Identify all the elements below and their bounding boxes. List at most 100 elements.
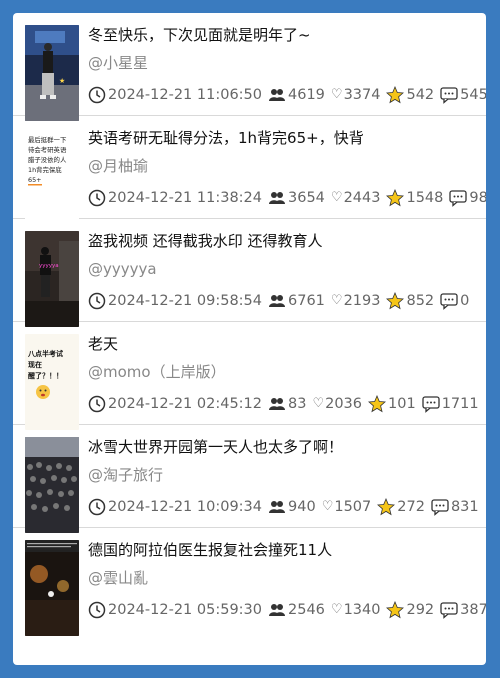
view-count: 3654: [288, 190, 325, 206]
post-title[interactable]: 英语考研无耻得分法，1h背完65+，快背: [88, 128, 364, 148]
like-count: 1507: [334, 499, 372, 515]
view-count: 2546: [288, 602, 325, 618]
comment-icon: [422, 395, 440, 413]
view-count: 940: [288, 499, 316, 515]
favorite-count: 852: [406, 293, 435, 309]
post-time: 2024-12-21 09:58:54: [108, 293, 262, 309]
post-time: 2024-12-21 11:06:50: [108, 87, 262, 103]
favorite-count: 101: [388, 396, 416, 412]
star-icon: [386, 189, 405, 207]
views-icon: [268, 292, 286, 310]
post-stats: 2024-12-21 09:58:54 6761 ♡ 2193 852 0: [88, 291, 469, 311]
post-card[interactable]: ★ 冬至快乐，下次见面就是明年了~ @小星星 2024-12-21 11:06:…: [13, 13, 486, 121]
comment-count: 1711: [441, 396, 479, 412]
views-icon: [268, 395, 286, 413]
comment-count: 831: [450, 499, 479, 515]
view-count: 6761: [288, 293, 325, 309]
post-card[interactable]: 八点半考试 现在 醒了？！！ 老天 @momo（上岸版） 2024-12-21 …: [13, 322, 486, 430]
views-icon: [268, 86, 286, 104]
favorite-count: 542: [406, 87, 435, 103]
post-stats: 2024-12-21 11:38:24 3654 ♡ 2443 1548 98: [88, 188, 486, 208]
clock-icon: [88, 395, 106, 413]
comment-icon: [440, 292, 458, 310]
star-icon: [386, 292, 405, 310]
post-title[interactable]: 冬至快乐，下次见面就是明年了~: [88, 25, 311, 45]
post-author[interactable]: @momo（上岸版）: [88, 362, 226, 382]
post-title[interactable]: 德国的阿拉伯医生报复社会撞死11人: [88, 540, 332, 560]
like-count: 2443: [343, 190, 381, 206]
post-list: ★ 冬至快乐，下次见面就是明年了~ @小星星 2024-12-21 11:06:…: [13, 13, 486, 665]
post-author[interactable]: @月柚瑜: [88, 156, 148, 176]
heart-icon: ♡: [321, 499, 334, 514]
clock-icon: [88, 601, 106, 619]
comment-icon: [440, 601, 458, 619]
thumb-text: 八点半考试: [27, 349, 63, 358]
thumb-text: 腊子没依的人: [28, 155, 67, 164]
post-title[interactable]: 老天: [88, 334, 118, 354]
heart-icon: ♡: [330, 87, 343, 102]
heart-icon: ♡: [330, 602, 343, 617]
post-author[interactable]: @雲山亂: [88, 568, 148, 588]
star-icon: [368, 395, 386, 413]
post-card[interactable]: 最后挺群一下 待会考研英语 腊子没依的人 1h背完保底 65+ 英语考研无耻得分…: [13, 116, 486, 224]
post-thumbnail[interactable]: ★: [25, 25, 79, 121]
view-count: 83: [288, 396, 307, 412]
views-icon: [268, 498, 286, 516]
post-thumbnail[interactable]: 八点半考试 现在 醒了？！！: [25, 334, 79, 430]
post-card[interactable]: 德国的阿拉伯医生报复社会撞死11人 @雲山亂 2024-12-21 05:59:…: [13, 528, 486, 636]
post-card[interactable]: 冰雪大世界开园第一天人也太多了啊！ @淘子旅行 2024-12-21 10:09…: [13, 425, 486, 533]
star-icon: [386, 86, 405, 104]
thumb-text: 醒了？！！: [28, 371, 63, 380]
star-icon: [386, 601, 405, 619]
view-count: 4619: [288, 87, 325, 103]
post-stats: 2024-12-21 02:45:12 83 ♡ 2036 101 1711: [88, 394, 479, 414]
thumb-text: 65+: [28, 176, 42, 184]
comment-icon: [431, 498, 449, 516]
comment-icon: [440, 86, 458, 104]
clock-icon: [88, 86, 106, 104]
like-count: 2193: [343, 293, 381, 309]
thumb-text: 待会考研英语: [28, 145, 67, 154]
favorite-count: 1548: [406, 190, 444, 206]
svg-text:★: ★: [59, 77, 65, 85]
views-icon: [268, 189, 286, 207]
comment-count: 545: [460, 87, 486, 103]
post-author[interactable]: @淘子旅行: [88, 465, 163, 485]
post-author[interactable]: @小星星: [88, 53, 148, 73]
post-thumbnail[interactable]: [25, 540, 79, 636]
clock-icon: [88, 292, 106, 310]
post-stats: 2024-12-21 05:59:30 2546 ♡ 1340 292 387: [88, 600, 486, 620]
post-time: 2024-12-21 05:59:30: [108, 602, 262, 618]
thumb-text: 1h背完保底: [28, 165, 62, 174]
post-time: 2024-12-21 11:38:24: [108, 190, 262, 206]
like-count: 2036: [325, 396, 363, 412]
post-time: 2024-12-21 10:09:34: [108, 499, 262, 515]
post-card[interactable]: yyyyya 盗我视频 还得截我水印 还得教育人 @yyyyya 2024-12…: [13, 219, 486, 327]
clock-icon: [88, 189, 106, 207]
post-title[interactable]: 盗我视频 还得截我水印 还得教育人: [88, 231, 323, 251]
like-count: 3374: [343, 87, 381, 103]
post-time: 2024-12-21 02:45:12: [108, 396, 262, 412]
favorite-count: 272: [397, 499, 425, 515]
like-count: 1340: [343, 602, 381, 618]
thumb-text: yyyyya: [39, 263, 59, 269]
post-author[interactable]: @yyyyya: [88, 259, 157, 279]
heart-icon: ♡: [330, 190, 343, 205]
comment-count: 0: [460, 293, 470, 309]
star-icon: [377, 498, 396, 516]
thumb-text: 最后挺群一下: [28, 135, 67, 144]
post-title[interactable]: 冰雪大世界开园第一天人也太多了啊！: [88, 437, 343, 457]
post-stats: 2024-12-21 10:09:34 940 ♡ 1507 272 831: [88, 497, 479, 517]
favorite-count: 292: [406, 602, 435, 618]
views-icon: [268, 601, 286, 619]
comment-count: 387: [460, 602, 486, 618]
post-thumbnail[interactable]: [25, 437, 79, 533]
post-thumbnail[interactable]: yyyyya: [25, 231, 79, 327]
post-stats: 2024-12-21 11:06:50 4619 ♡ 3374 542 545: [88, 85, 486, 105]
thumb-text: 现在: [28, 360, 42, 369]
clock-icon: [88, 498, 106, 516]
post-thumbnail[interactable]: 最后挺群一下 待会考研英语 腊子没依的人 1h背完保底 65+: [25, 128, 79, 224]
heart-icon: ♡: [312, 396, 325, 411]
comment-count: 98: [469, 190, 486, 206]
comment-icon: [449, 189, 468, 207]
